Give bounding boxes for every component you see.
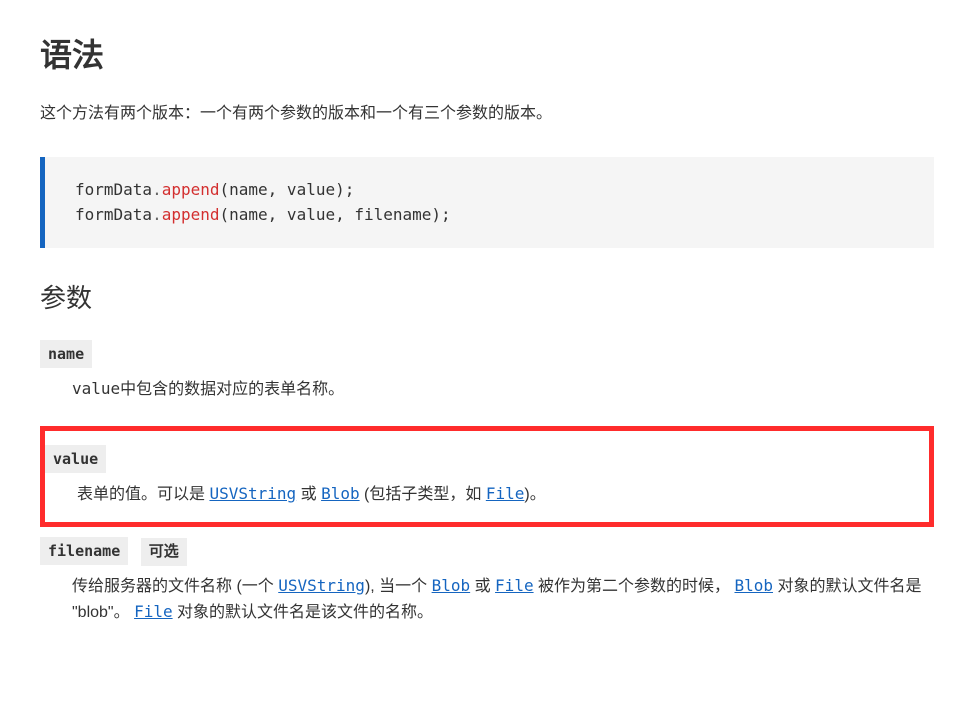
param-value-t1: 表单的值。可以是	[77, 486, 209, 503]
param-name-term: name	[40, 340, 92, 368]
link-file-2[interactable]: File	[495, 576, 534, 595]
param-value-row: value	[45, 445, 929, 481]
heading-syntax: 语法	[40, 30, 934, 81]
param-filename-optional: 可选	[141, 538, 187, 566]
param-value-def: 表单的值。可以是 USVString 或 Blob (包括子类型，如 File)…	[77, 481, 929, 508]
param-filename-t4: 被作为第二个参数的时候，	[534, 578, 735, 595]
code-method-2: append	[162, 205, 220, 224]
intro-text: 这个方法有两个版本：一个有两个参数的版本和一个有三个参数的版本。	[40, 101, 934, 127]
code-obj: formData	[75, 180, 152, 199]
link-blob-2[interactable]: Blob	[432, 576, 471, 595]
param-value-t3: (包括子类型，如	[360, 486, 486, 503]
param-filename-t1: 传给服务器的文件名称 (一个	[72, 578, 278, 595]
code-obj-2: formData	[75, 205, 152, 224]
heading-params: 参数	[40, 278, 934, 320]
param-value-t2: 或	[296, 486, 321, 503]
param-value-t4: )。	[524, 486, 545, 503]
param-filename-t6: 对象的默认文件名是该文件的名称。	[173, 604, 433, 621]
param-name-row: name	[40, 340, 934, 376]
code-args-2: (name, value, filename);	[220, 205, 451, 224]
code-method: append	[162, 180, 220, 199]
link-file-3[interactable]: File	[134, 602, 173, 621]
param-filename-t2: ), 当一个	[365, 578, 432, 595]
param-value-highlight: value 表单的值。可以是 USVString 或 Blob (包括子类型，如…	[40, 426, 934, 527]
code-dot-2: .	[152, 205, 162, 224]
param-filename-t3: 或	[470, 578, 495, 595]
link-blob[interactable]: Blob	[321, 484, 360, 503]
link-usvstring-2[interactable]: USVString	[278, 576, 365, 595]
param-name-text: 中包含的数据对应的表单名称。	[120, 381, 344, 398]
param-value-term: value	[45, 445, 106, 473]
param-filename-term: filename	[40, 537, 128, 565]
code-block: formData.append(name, value); formData.a…	[40, 157, 934, 248]
code-args-1: (name, value);	[220, 180, 355, 199]
link-usvstring[interactable]: USVString	[209, 484, 296, 503]
code-dot: .	[152, 180, 162, 199]
param-name-code: value	[72, 379, 120, 398]
param-filename-row: filename 可选	[40, 537, 934, 573]
param-filename-def: 传给服务器的文件名称 (一个 USVString), 当一个 Blob 或 Fi…	[72, 573, 934, 626]
param-name-def: value中包含的数据对应的表单名称。	[72, 376, 934, 403]
link-file[interactable]: File	[486, 484, 525, 503]
link-blob-3[interactable]: Blob	[734, 576, 773, 595]
